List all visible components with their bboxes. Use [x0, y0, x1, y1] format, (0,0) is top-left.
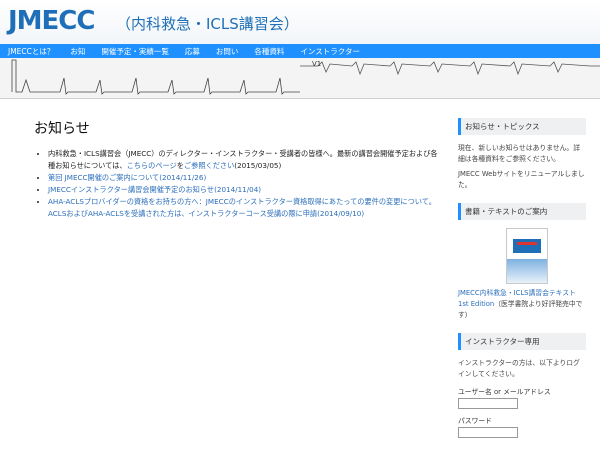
widget-text: 現在、新しいお知らせはありません。詳細は各種資料をご参照ください。: [458, 144, 581, 163]
nav-item-instructor[interactable]: インストラクター: [300, 46, 360, 57]
news-item: AHA-ACLSプロバイダーの資格をお持ちの方へ：JMECCのインストラクター資…: [48, 196, 444, 220]
book-cover-stripe: [517, 242, 537, 245]
news-item: 第回 JMECC開催のご案内について(2014/11/26): [48, 172, 444, 184]
sidebar: お知らせ・トピックス 現在、新しいお知らせはありません。詳細は各種資料をご参照く…: [458, 118, 586, 450]
widget-text: JMECC Webサイトをリニューアルしました。: [458, 170, 585, 189]
news-item-text: を: [176, 161, 184, 170]
book-caption: JMECC内科救急・ICLS講習会テキスト 1st Edition（医学書院より…: [458, 288, 586, 321]
nav-item-about[interactable]: JMECCとは？: [8, 46, 54, 57]
news-link[interactable]: 第回 JMECC開催のご案内について(2014/11/26): [48, 173, 206, 182]
news-link[interactable]: AHA-ACLSプロバイダーの資格をお持ちの方へ：JMECCのインストラクター資…: [48, 197, 436, 218]
main-content: お知らせ 内科救急・ICLS講習会（JMECC）のディレクター・インストラクター…: [34, 118, 444, 220]
ecg-banner: V1: [0, 58, 600, 99]
nav-item-news[interactable]: お知: [70, 46, 85, 57]
news-date: (2015/03/05): [234, 161, 282, 170]
news-list: 内科救急・ICLS講習会（JMECC）のディレクター・インストラクター・受講者の…: [34, 148, 444, 220]
news-item: 内科救急・ICLS講習会（JMECC）のディレクター・インストラクター・受講者の…: [48, 148, 444, 172]
password-input[interactable]: [458, 427, 518, 438]
nav-item-contact[interactable]: お問い: [216, 46, 239, 57]
site-logo[interactable]: JMECC: [8, 6, 95, 36]
ecg-waveform-image: [11, 59, 600, 95]
widget-title: お知らせ・トピックス: [458, 118, 586, 135]
nav-item-schedule[interactable]: 開催予定・実績一覧: [101, 46, 169, 57]
page-title: お知らせ: [34, 121, 90, 137]
ecg-lead-label: V1: [312, 60, 322, 68]
password-label: パスワード: [458, 417, 492, 425]
widget-login: インストラクター専用 インストラクターの方は、以下よりログインしてください。 ユ…: [458, 333, 586, 438]
widget-title: インストラクター専用: [458, 333, 586, 350]
news-link[interactable]: こちらのページ: [127, 161, 177, 170]
widget-title: 書籍・テキストのご案内: [458, 203, 586, 220]
news-link[interactable]: JMECCインストラクター講習会開催予定のお知らせ(2014/11/04): [48, 185, 261, 194]
username-label: ユーザー名 or メールアドレス: [458, 388, 551, 396]
nav-item-apply[interactable]: 応募: [185, 46, 200, 57]
nav-item-materials[interactable]: 各種資料: [254, 46, 284, 57]
site-header: JMECC （内科救急・ICLS講習会）: [0, 0, 600, 44]
login-intro: インストラクターの方は、以下よりログインしてください。: [458, 359, 580, 378]
site-subtitle: （内科救急・ICLS講習会）: [116, 15, 299, 33]
news-link[interactable]: ご参照ください: [184, 161, 234, 170]
main-nav: JMECCとは？ お知 開催予定・実績一覧 応募 お問い 各種資料 インストラク…: [0, 44, 600, 58]
news-item: JMECCインストラクター講習会開催予定のお知らせ(2014/11/04): [48, 184, 444, 196]
widget-book: 書籍・テキストのご案内 JMECC内科救急・ICLS講習会テキスト 1st Ed…: [458, 203, 586, 321]
widget-topics: お知らせ・トピックス 現在、新しいお知らせはありません。詳細は各種資料をご参照く…: [458, 118, 586, 191]
book-cover-image[interactable]: [506, 228, 548, 284]
